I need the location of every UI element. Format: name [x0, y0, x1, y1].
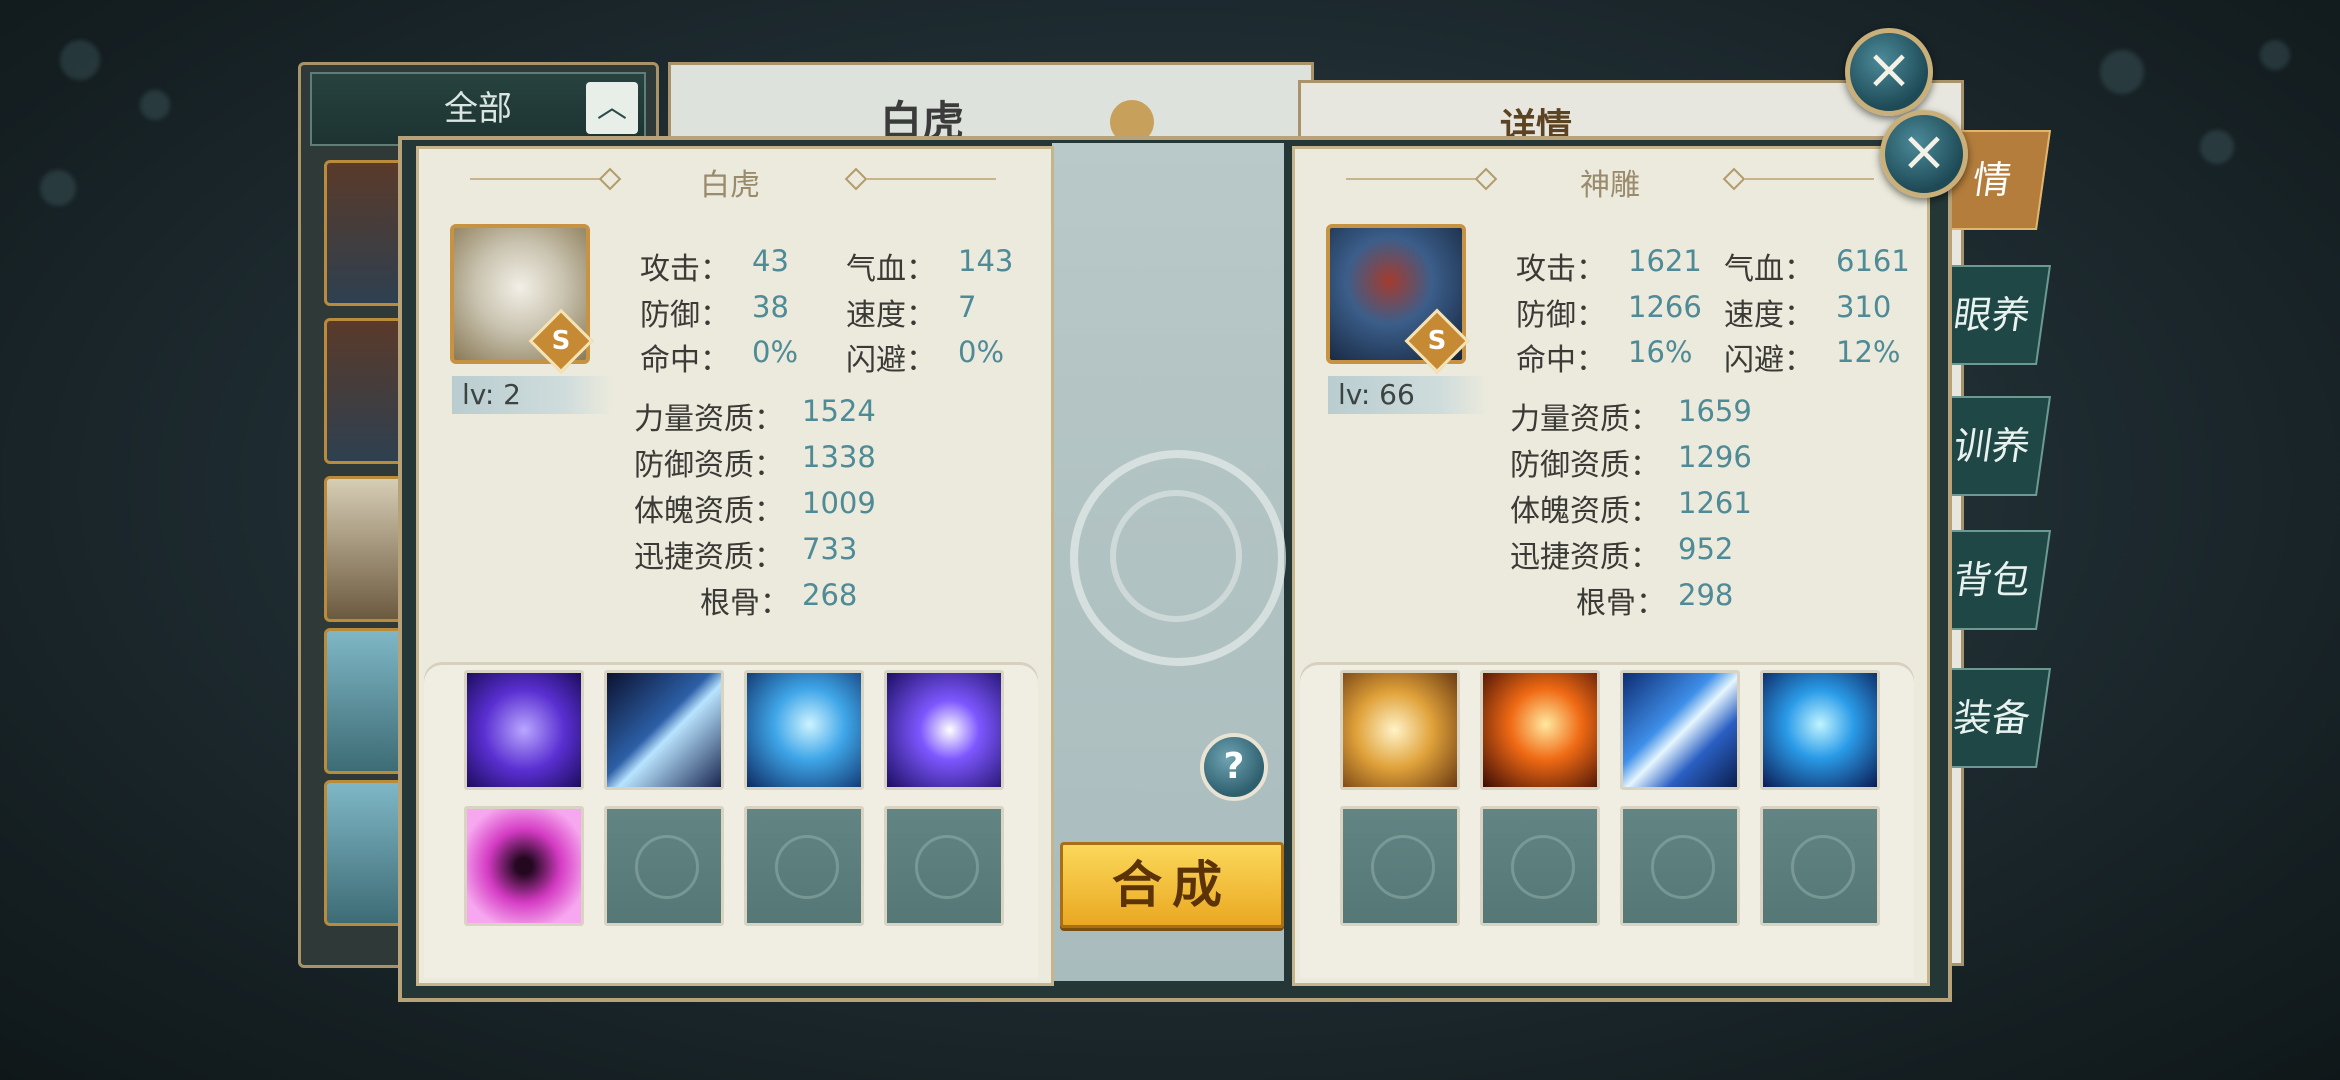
hit-value: 16%	[1628, 335, 1693, 369]
bokeh-dot	[60, 40, 100, 80]
defense-value: 38	[752, 290, 789, 324]
strength-aptitude-value: 1524	[802, 394, 876, 428]
claw-slash-skill-icon[interactable]	[604, 670, 724, 790]
agility-aptitude-value: 733	[802, 532, 858, 566]
speed-label: 速度：	[846, 298, 936, 333]
attack-value: 43	[752, 244, 789, 278]
header-divider	[1744, 178, 1874, 180]
hp-value: 6161	[1836, 244, 1910, 278]
header-divider	[470, 178, 610, 180]
dragon-emblem-inner	[1110, 490, 1242, 622]
hit-label: 命中：	[640, 343, 730, 378]
help-button[interactable]: ?	[1200, 733, 1268, 801]
pink-vortex-skill-icon[interactable]	[464, 806, 584, 926]
right-pet-name: 神雕	[1580, 168, 1640, 203]
physique-aptitude-value: 1261	[1678, 486, 1752, 520]
chevron-up-icon[interactable]: ︿	[586, 82, 638, 134]
bokeh-dot	[2200, 130, 2234, 164]
agility-aptitude-label: 迅捷资质：	[1510, 540, 1660, 575]
filter-label: 全部	[444, 89, 512, 129]
empty-skill-slot[interactable]	[604, 806, 724, 926]
bokeh-dot	[40, 170, 76, 206]
defense-aptitude-label: 防御资质：	[634, 448, 784, 483]
strength-aptitude-value: 1659	[1678, 394, 1752, 428]
defense-label: 防御：	[640, 298, 730, 333]
attack-label: 攻击：	[1516, 252, 1606, 287]
speed-label: 速度：	[1724, 298, 1814, 333]
empty-skill-slot[interactable]	[884, 806, 1004, 926]
dodge-label: 闪避：	[846, 343, 936, 378]
pet-filter-dropdown[interactable]: 全部 ︿	[310, 72, 646, 146]
root-bone-value: 298	[1678, 578, 1734, 612]
purple-shield-skill-icon[interactable]	[884, 670, 1004, 790]
agility-aptitude-label: 迅捷资质：	[634, 540, 784, 575]
strength-aptitude-label: 力量资质：	[634, 402, 784, 437]
bokeh-dot	[2100, 50, 2144, 94]
empty-skill-slot[interactable]	[1620, 806, 1740, 926]
empty-skill-slot[interactable]	[1340, 806, 1460, 926]
pet-level: lv: 66	[1328, 376, 1488, 414]
physique-aptitude-value: 1009	[802, 486, 876, 520]
physique-aptitude-label: 体魄资质：	[634, 494, 784, 529]
strength-aptitude-label: 力量资质：	[1510, 402, 1660, 437]
dodge-value: 0%	[958, 335, 1005, 369]
golden-lion-skill-icon[interactable]	[1340, 670, 1460, 790]
header-divider	[866, 178, 996, 180]
dodge-value: 12%	[1836, 335, 1901, 369]
hp-label: 气血：	[1724, 252, 1814, 287]
agility-aptitude-value: 952	[1678, 532, 1734, 566]
bokeh-dot	[140, 90, 170, 120]
speed-value: 310	[1836, 290, 1892, 324]
left-pet-name: 白虎	[700, 168, 760, 203]
defense-aptitude-value: 1296	[1678, 440, 1752, 474]
dodge-label: 闪避：	[1724, 343, 1814, 378]
hit-label: 命中：	[1516, 343, 1606, 378]
attack-label: 攻击：	[640, 252, 730, 287]
pet-level: lv: 2	[452, 376, 612, 414]
hp-value: 143	[958, 244, 1014, 278]
close-icon[interactable]: ×	[1880, 110, 1968, 198]
root-bone-value: 268	[802, 578, 858, 612]
defense-aptitude-value: 1338	[802, 440, 876, 474]
defense-label: 防御：	[1516, 298, 1606, 333]
hit-value: 0%	[752, 335, 799, 369]
physique-aptitude-label: 体魄资质：	[1510, 494, 1660, 529]
defense-aptitude-label: 防御资质：	[1510, 448, 1660, 483]
attack-value: 1621	[1628, 244, 1702, 278]
header-divider	[1346, 178, 1486, 180]
bokeh-dot	[2260, 40, 2290, 70]
combine-button[interactable]: 合成	[1060, 842, 1284, 928]
root-bone-label: 根骨：	[1576, 586, 1666, 621]
empty-skill-slot[interactable]	[744, 806, 864, 926]
purple-vortex-skill-icon[interactable]	[464, 670, 584, 790]
defense-value: 1266	[1628, 290, 1702, 324]
close-icon[interactable]: ×	[1845, 28, 1933, 116]
hp-label: 气血：	[846, 252, 936, 287]
empty-skill-slot[interactable]	[1760, 806, 1880, 926]
empty-skill-slot[interactable]	[1480, 806, 1600, 926]
ice-beast-skill-icon[interactable]	[1760, 670, 1880, 790]
lightning-skill-icon[interactable]	[1620, 670, 1740, 790]
fire-phoenix-skill-icon[interactable]	[1480, 670, 1600, 790]
root-bone-label: 根骨：	[700, 586, 790, 621]
ice-rune-skill-icon[interactable]	[744, 670, 864, 790]
speed-value: 7	[958, 290, 977, 324]
